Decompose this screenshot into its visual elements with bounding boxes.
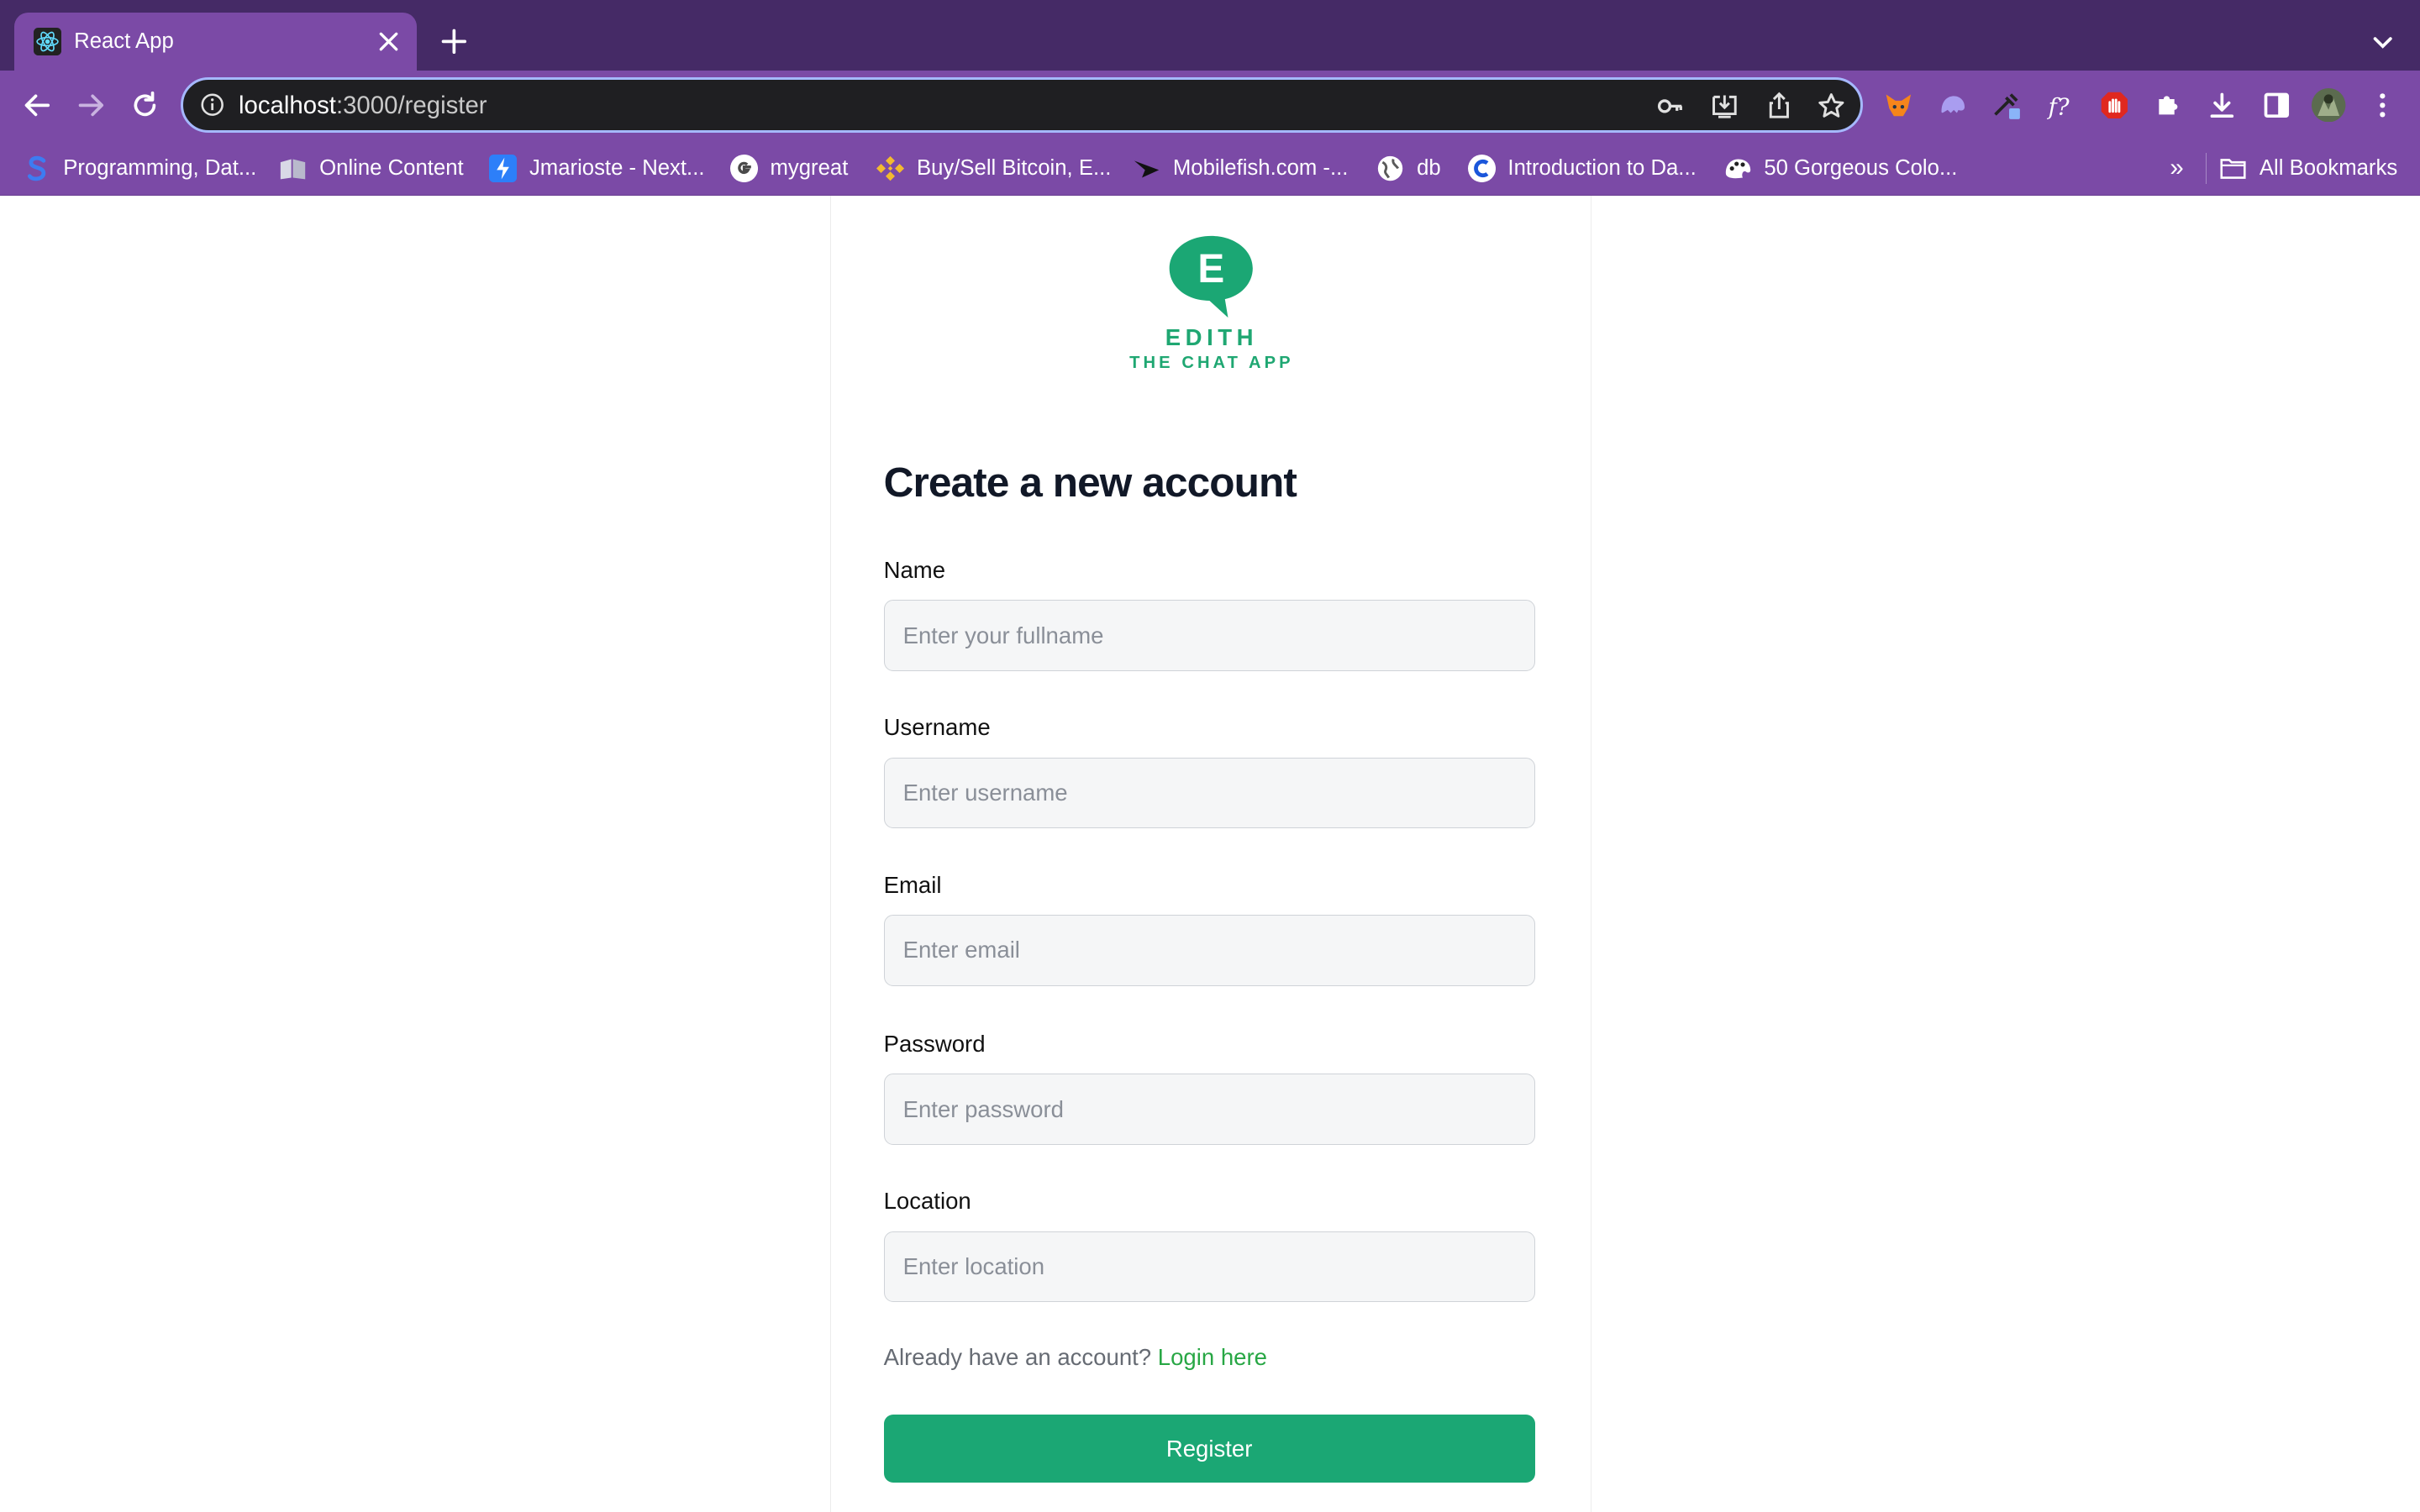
- register-panel: E EDITH THE CHAT APP Create a new accoun…: [830, 196, 1591, 1512]
- bookmark-item[interactable]: Jmarioste - Next...: [489, 153, 704, 184]
- bookmark-label: mygreat: [770, 155, 849, 180]
- bookmark-label: Mobilefish.com -...: [1172, 155, 1349, 180]
- adblock-icon[interactable]: [2099, 90, 2130, 121]
- name-field[interactable]: [883, 600, 1535, 671]
- name-label: Name: [883, 557, 946, 584]
- brand-tagline: THE CHAT APP: [1129, 353, 1294, 372]
- bookmarks-overflow-button[interactable]: »: [2170, 153, 2183, 184]
- url-host: localhost: [239, 91, 336, 119]
- bookmark-item[interactable]: 50 Gorgeous Colo...: [1724, 153, 1958, 184]
- more-vert-icon[interactable]: [2367, 90, 2398, 121]
- bookmark-label: Jmarioste - Next...: [529, 155, 705, 180]
- bookmark-item[interactable]: Programming, Dat...: [24, 153, 257, 184]
- info-icon[interactable]: [200, 92, 224, 117]
- svg-text:f?: f?: [2046, 93, 2069, 120]
- close-icon[interactable]: [375, 28, 402, 55]
- back-arrow-icon[interactable]: [22, 90, 53, 121]
- chevron-down-icon[interactable]: [2370, 29, 2395, 54]
- page-viewport: E EDITH THE CHAT APP Create a new accoun…: [0, 196, 2420, 1512]
- bookmark-item[interactable]: Introduction to Da...: [1467, 153, 1697, 184]
- url-path: :3000/register: [335, 91, 487, 119]
- bookmark-label: Programming, Dat...: [63, 155, 257, 180]
- google-icon: [729, 154, 758, 182]
- share-icon[interactable]: [1764, 91, 1795, 122]
- brand-name: EDITH: [1165, 323, 1258, 350]
- book-icon: [281, 159, 306, 180]
- download-icon[interactable]: [2207, 90, 2238, 121]
- bookmark-item[interactable]: Online Content: [279, 153, 464, 184]
- login-link[interactable]: Login here: [1158, 1344, 1267, 1370]
- bookmark-item[interactable]: Mobilefish.com -...: [1133, 153, 1348, 184]
- binance-icon: [876, 155, 905, 181]
- login-prompt-text: Already have an account?: [883, 1343, 1152, 1370]
- ghost-icon[interactable]: [1937, 90, 1968, 121]
- bookmark-label: Introduction to Da...: [1507, 155, 1697, 180]
- install-icon[interactable]: [1709, 91, 1740, 122]
- password-field[interactable]: [883, 1074, 1535, 1145]
- password-label: Password: [883, 1030, 986, 1057]
- browser-tab[interactable]: React App: [13, 12, 417, 71]
- bookmark-label: 50 Gorgeous Colo...: [1764, 155, 1958, 180]
- tab-title: React App: [74, 29, 174, 54]
- bookmark-item[interactable]: Buy/Sell Bitcoin, E...: [876, 153, 1111, 184]
- bookmark-label: db: [1417, 155, 1441, 180]
- bookmark-label: Online Content: [319, 155, 464, 180]
- folder-icon: [2220, 158, 2246, 179]
- address-bar[interactable]: localhost:3000/register: [180, 76, 1863, 133]
- palette-icon: [1725, 159, 1750, 178]
- username-field[interactable]: [883, 757, 1535, 829]
- bookmark-item[interactable]: mygreat: [729, 153, 849, 184]
- globe-icon: [1378, 155, 1403, 181]
- star-icon[interactable]: [1816, 91, 1847, 122]
- email-field[interactable]: [883, 915, 1535, 986]
- bookmark-item[interactable]: db: [1376, 153, 1441, 184]
- puzzle-icon[interactable]: [2153, 90, 2184, 121]
- chat-bubble-logo-icon: E: [1169, 235, 1253, 318]
- lightning-icon: [489, 154, 518, 182]
- bookmarks-bar: Programming, Dat... Online Content Jmari…: [0, 139, 2420, 197]
- function-icon[interactable]: f?: [2045, 90, 2076, 121]
- tab-strip: React App: [0, 0, 2420, 71]
- metamask-fox-icon[interactable]: [1883, 90, 1914, 121]
- forward-arrow-icon[interactable]: [76, 90, 107, 121]
- browser-toolbar: localhost:3000/register f?: [0, 71, 2420, 139]
- bookmark-label: Buy/Sell Bitcoin, E...: [916, 155, 1112, 180]
- fish-icon: [1134, 160, 1160, 178]
- react-icon: [34, 28, 62, 56]
- location-label: Location: [883, 1188, 971, 1215]
- plus-icon[interactable]: [439, 26, 470, 57]
- page-title: Create a new account: [883, 459, 1297, 507]
- all-bookmarks-button[interactable]: All Bookmarks: [2219, 153, 2397, 184]
- eyedropper-icon[interactable]: [1991, 90, 2022, 121]
- register-button[interactable]: Register: [883, 1415, 1535, 1483]
- key-icon[interactable]: [1655, 91, 1686, 122]
- url-text: localhost:3000/register: [239, 91, 487, 122]
- location-field[interactable]: [883, 1231, 1535, 1303]
- all-bookmarks-label: All Bookmarks: [2259, 155, 2398, 180]
- email-label: Email: [883, 871, 942, 898]
- s-logo-icon: [27, 155, 45, 181]
- side-panel-icon[interactable]: [2261, 90, 2292, 121]
- login-prompt: Already have an account? Login here: [884, 1344, 1267, 1371]
- logo-letter: E: [1197, 247, 1224, 291]
- profile-avatar-icon[interactable]: [2312, 87, 2346, 123]
- reload-icon[interactable]: [129, 90, 160, 121]
- username-label: Username: [883, 714, 991, 741]
- c-logo-icon: [1467, 154, 1496, 182]
